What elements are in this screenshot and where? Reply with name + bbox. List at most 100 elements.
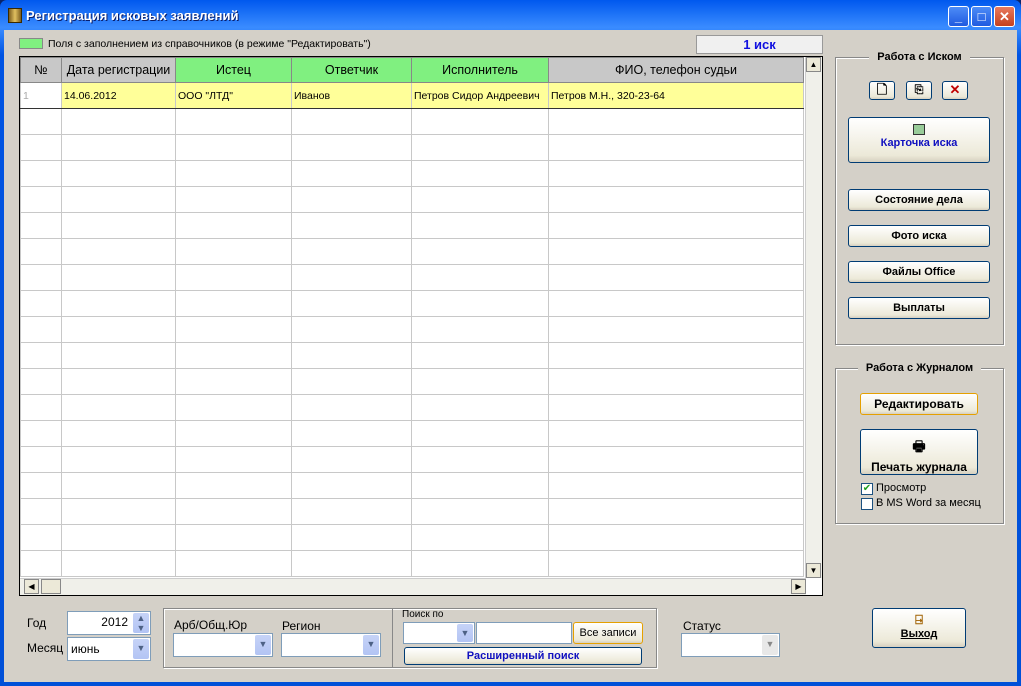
table-cell[interactable]: [20, 316, 62, 343]
table-row[interactable]: [20, 420, 804, 447]
table-row[interactable]: [20, 212, 804, 239]
table-cell[interactable]: 14.06.2012: [61, 82, 176, 109]
table-row[interactable]: [20, 134, 804, 161]
table-cell[interactable]: [20, 498, 62, 525]
table-cell[interactable]: [291, 420, 412, 447]
table-cell[interactable]: [411, 342, 549, 369]
table-cell[interactable]: [548, 420, 804, 447]
table-cell[interactable]: [61, 524, 176, 551]
delete-icon[interactable]: ✕: [942, 81, 968, 100]
table-cell[interactable]: [61, 264, 176, 291]
table-row[interactable]: [20, 160, 804, 187]
table-cell[interactable]: [411, 108, 549, 135]
table-cell[interactable]: Иванов: [291, 82, 412, 109]
table-cell[interactable]: [548, 368, 804, 395]
table-cell[interactable]: [175, 160, 292, 187]
table-cell[interactable]: [175, 420, 292, 447]
column-header[interactable]: Исполнитель: [411, 57, 549, 83]
table-cell[interactable]: [411, 394, 549, 421]
table-row[interactable]: [20, 316, 804, 343]
table-cell[interactable]: [411, 446, 549, 473]
table-row[interactable]: [20, 394, 804, 421]
table-cell[interactable]: [175, 394, 292, 421]
table-cell[interactable]: [175, 316, 292, 343]
scroll-thumb[interactable]: [41, 579, 61, 594]
table-cell[interactable]: [175, 342, 292, 369]
column-header[interactable]: ФИО, телефон судьи: [548, 57, 804, 83]
horizontal-scrollbar[interactable]: ◀ ▶: [20, 578, 806, 595]
table-cell[interactable]: [175, 446, 292, 473]
table-cell[interactable]: [291, 368, 412, 395]
table-cell[interactable]: [291, 550, 412, 577]
table-cell[interactable]: [61, 186, 176, 213]
exit-button[interactable]: ⍈ Выход: [872, 608, 966, 648]
table-cell[interactable]: [548, 394, 804, 421]
year-spinner[interactable]: 2012 ▲ ▼: [67, 611, 151, 635]
table-cell[interactable]: [61, 472, 176, 499]
table-cell[interactable]: [20, 524, 62, 551]
claim-card-button[interactable]: Карточка иска: [848, 117, 990, 163]
table-cell[interactable]: [411, 524, 549, 551]
table-row[interactable]: [20, 238, 804, 265]
scroll-left-icon[interactable]: ◀: [24, 579, 39, 594]
table-cell[interactable]: [411, 186, 549, 213]
case-status-button[interactable]: Состояние дела: [848, 189, 990, 211]
table-cell[interactable]: [20, 238, 62, 265]
table-cell[interactable]: [411, 264, 549, 291]
table-cell[interactable]: [291, 316, 412, 343]
claim-photo-button[interactable]: Фото иска: [848, 225, 990, 247]
table-cell[interactable]: [411, 316, 549, 343]
table-cell[interactable]: [411, 238, 549, 265]
table-cell[interactable]: [175, 550, 292, 577]
table-cell[interactable]: [175, 498, 292, 525]
table-cell[interactable]: [548, 498, 804, 525]
print-journal-button[interactable]: 🖶 Печать журнала: [860, 429, 978, 475]
table-cell[interactable]: [548, 186, 804, 213]
search-input[interactable]: [476, 622, 572, 644]
chevron-down-icon[interactable]: ▼: [363, 635, 379, 655]
table-cell[interactable]: [20, 264, 62, 291]
claims-grid[interactable]: № Дата регистрации Истец Ответчик Исполнител…: [19, 56, 823, 596]
table-cell[interactable]: [20, 212, 62, 239]
table-cell[interactable]: [548, 472, 804, 499]
table-cell[interactable]: [548, 134, 804, 161]
table-cell[interactable]: [61, 368, 176, 395]
maximize-button[interactable]: □: [971, 6, 992, 27]
table-cell[interactable]: [20, 160, 62, 187]
table-row[interactable]: 1 14.06.2012 ООО "ЛТД" Иванов Петров Сидор А…: [20, 82, 804, 109]
table-row[interactable]: [20, 186, 804, 213]
table-cell[interactable]: [548, 238, 804, 265]
table-cell[interactable]: [175, 134, 292, 161]
table-cell[interactable]: [61, 316, 176, 343]
table-cell[interactable]: [291, 134, 412, 161]
table-cell[interactable]: [20, 446, 62, 473]
table-row[interactable]: [20, 108, 804, 135]
table-cell[interactable]: [548, 160, 804, 187]
table-cell[interactable]: [61, 134, 176, 161]
table-cell[interactable]: [20, 290, 62, 317]
table-cell[interactable]: [411, 134, 549, 161]
table-cell[interactable]: [291, 498, 412, 525]
table-cell[interactable]: [411, 472, 549, 499]
table-cell[interactable]: [61, 238, 176, 265]
table-cell[interactable]: [20, 368, 62, 395]
table-cell[interactable]: ООО "ЛТД": [175, 82, 292, 109]
arb-select[interactable]: ▼: [173, 633, 273, 657]
table-cell[interactable]: [411, 212, 549, 239]
payments-button[interactable]: Выплаты: [848, 297, 990, 319]
table-cell[interactable]: [61, 498, 176, 525]
table-cell[interactable]: [411, 498, 549, 525]
table-cell[interactable]: [20, 472, 62, 499]
table-row[interactable]: [20, 446, 804, 473]
chevron-down-icon[interactable]: ▼: [133, 639, 149, 659]
column-header[interactable]: №: [20, 57, 62, 83]
table-cell[interactable]: [291, 524, 412, 551]
table-cell[interactable]: [411, 290, 549, 317]
advanced-search-button[interactable]: Расширенный поиск: [404, 647, 642, 665]
table-cell[interactable]: 1: [20, 82, 62, 109]
table-cell[interactable]: [20, 342, 62, 369]
table-cell[interactable]: [20, 108, 62, 135]
chevron-down-icon[interactable]: ▼: [457, 624, 473, 642]
table-row[interactable]: [20, 342, 804, 369]
table-cell[interactable]: [291, 264, 412, 291]
